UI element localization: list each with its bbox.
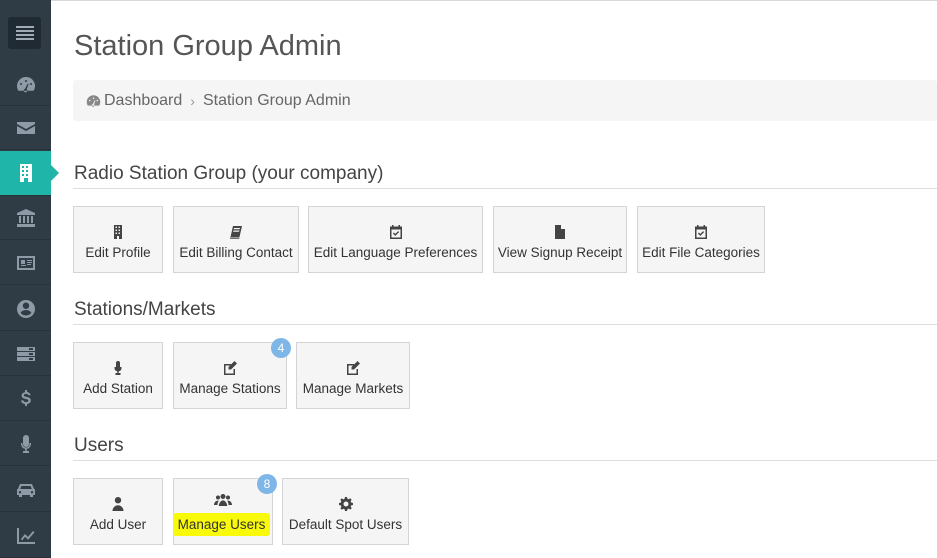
chart-line-icon (16, 527, 35, 544)
tile-label: Manage Users (172, 513, 271, 536)
sidebar-item-servers[interactable] (0, 332, 51, 376)
sidebar-item-profile[interactable] (0, 287, 51, 331)
calendar-check-icon (695, 225, 707, 239)
edit-billing-contact-button[interactable]: Edit Billing Contact (173, 206, 299, 273)
tile-label: Edit Billing Contact (179, 245, 293, 260)
edit-file-categories-button[interactable]: Edit File Categories (637, 206, 765, 273)
sidebar (0, 0, 59, 558)
manage-markets-button[interactable]: Manage Markets (296, 342, 410, 409)
id-card-icon (16, 255, 35, 270)
user-circle-icon (16, 299, 35, 318)
menu-toggle-button[interactable] (8, 17, 41, 49)
page-title: Station Group Admin (74, 30, 342, 62)
sidebar-item-reports[interactable] (0, 514, 51, 558)
manage-users-count-badge: 8 (257, 474, 277, 494)
bank-icon (16, 208, 35, 227)
gear-icon (338, 497, 353, 511)
sidebar-item-traffic[interactable] (0, 468, 51, 512)
sidebar-item-billing[interactable] (0, 377, 51, 421)
tile-label: Manage Stations (179, 381, 281, 396)
section-title-stations-markets: Stations/Markets (74, 299, 216, 320)
tile-label: Edit Profile (85, 245, 151, 260)
section-title-users: Users (74, 435, 124, 456)
section-title-station-group: Radio Station Group (your company) (74, 163, 384, 184)
microphone-icon (114, 361, 122, 375)
edit-icon (347, 361, 360, 375)
breadcrumb-separator: › (190, 92, 195, 109)
section-divider (73, 188, 937, 189)
dollar-icon (20, 389, 31, 406)
add-user-button[interactable]: Add User (73, 478, 163, 545)
top-border (51, 0, 937, 1)
sidebar-item-audio[interactable] (0, 422, 51, 466)
tile-label: Edit File Categories (642, 245, 760, 260)
tile-label: Default Spot Users (288, 517, 403, 532)
edit-icon (224, 361, 237, 375)
edit-language-preferences-button[interactable]: Edit Language Preferences (308, 206, 483, 273)
envelope-icon (16, 121, 35, 134)
sidebar-item-messages[interactable] (0, 106, 51, 150)
sidebar-item-contacts[interactable] (0, 241, 51, 285)
file-icon (555, 225, 565, 239)
breadcrumb-current: Station Group Admin (202, 91, 351, 109)
tile-label: Add Station (83, 381, 153, 396)
dashboard-icon (86, 95, 101, 107)
sidebar-item-bank[interactable] (0, 196, 51, 240)
book-icon (230, 226, 242, 239)
microphone-icon (20, 434, 31, 453)
section-divider (73, 460, 937, 461)
tile-label: Add User (89, 517, 147, 532)
sidebar-item-station-group[interactable] (0, 151, 59, 196)
car-icon (16, 483, 35, 497)
manage-stations-button[interactable]: Manage Stations (173, 342, 287, 409)
tile-label: Edit Language Preferences (313, 245, 478, 260)
edit-profile-button[interactable]: Edit Profile (73, 206, 163, 273)
default-spot-users-button[interactable]: Default Spot Users (282, 478, 409, 545)
calendar-check-icon (389, 225, 402, 239)
view-signup-receipt-button[interactable]: View Signup Receipt (493, 206, 627, 273)
sidebar-item-dashboard[interactable] (0, 62, 51, 106)
user-icon (112, 497, 124, 511)
breadcrumb-dashboard-link[interactable]: Dashboard (104, 92, 182, 110)
users-icon (214, 494, 232, 506)
building-icon (114, 225, 122, 239)
add-station-button[interactable]: Add Station (73, 342, 163, 409)
menu-icon (15, 26, 34, 40)
section-divider (73, 324, 937, 325)
tile-label: View Signup Receipt (497, 245, 623, 260)
dashboard-icon (16, 76, 35, 92)
building-icon (19, 164, 32, 182)
server-icon (16, 346, 35, 361)
tile-label: Manage Markets (302, 381, 404, 396)
breadcrumb: Dashboard › Station Group Admin (73, 80, 937, 121)
manage-stations-count-badge: 4 (271, 338, 291, 358)
